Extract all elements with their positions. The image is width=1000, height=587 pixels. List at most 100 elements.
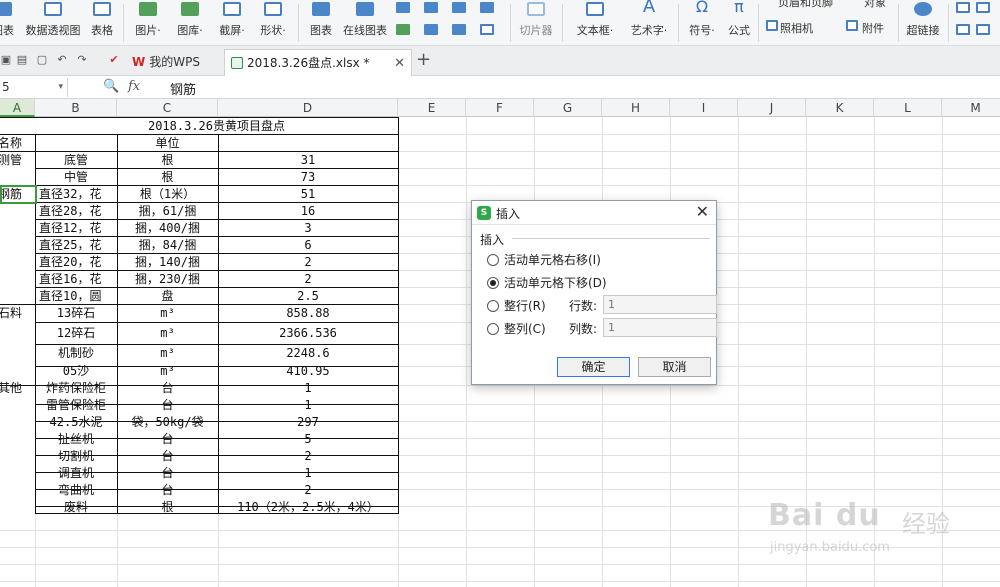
chart-button[interactable]: 图表 [0,0,18,45]
column-header-h[interactable]: H [602,99,670,117]
cell-b8[interactable]: 直径25，花 [35,236,117,254]
column-header-k[interactable]: K [806,99,874,117]
cell-b19[interactable]: 扯丝机 [35,430,117,448]
picture-button[interactable]: 图片· [130,0,166,45]
cell-d15[interactable]: 410.95 [218,362,398,380]
object-button[interactable]: 对象 [848,0,898,14]
cell-d19[interactable]: 5 [218,430,398,448]
cell-c8[interactable]: 捆，84/捆 [117,236,218,254]
cell-d12[interactable]: 858.88 [218,304,398,322]
tab-spreadsheet-file[interactable]: 2018.3.26盘点.xlsx * ✕ [224,49,412,76]
print-icon[interactable]: ▤ [16,54,28,66]
cell-d23[interactable]: 110（2米，2.5米，4米） [218,498,398,516]
cell-c10[interactable]: 捆，230/捆 [117,270,218,288]
line-chart-icon[interactable] [452,2,466,13]
stock-chart-icon[interactable] [424,24,438,35]
cell-b22[interactable]: 弯曲机 [35,481,117,499]
pie-chart-icon[interactable] [452,24,466,35]
undo-icon[interactable]: ↶ [56,54,68,66]
cell-d11[interactable]: 2.5 [218,287,398,305]
area-chart-icon[interactable] [480,2,494,13]
column-header-a[interactable]: A [0,99,35,117]
tab-my-wps[interactable]: W 我的WPS [126,49,220,76]
header-footer-button[interactable]: 页眉和页脚 [764,0,834,14]
cell-b4[interactable]: 中管 [35,168,117,186]
cell-b15[interactable]: 05沙 [35,362,117,380]
shift-right-option[interactable]: 活动单元格右移(I) [487,251,601,269]
font-icon[interactable] [976,2,990,13]
column-chart-icon[interactable] [396,2,410,13]
grid-view-icon[interactable] [976,24,990,35]
radio-entire-row[interactable] [487,300,499,312]
cell-c3[interactable]: 根 [117,151,218,169]
close-icon[interactable]: ✕ [696,203,709,221]
cell-c9[interactable]: 捆，140/捆 [117,253,218,271]
symbol-button[interactable]: Ω 符号· [682,0,722,45]
cell-b5[interactable]: 直径32，花 [35,185,117,203]
cell-a3[interactable]: 测管 [0,151,35,169]
cell-d16[interactable]: 1 [218,379,398,397]
cell-d9[interactable]: 2 [218,253,398,271]
column-header-g[interactable]: G [534,99,602,117]
cell-c22[interactable]: 台 [117,481,218,499]
row-count-input[interactable]: 1 [603,295,717,314]
column-header-i[interactable]: I [670,99,738,117]
chevron-down-icon[interactable]: ▾ [58,78,63,96]
cell-b3[interactable]: 底管 [35,151,117,169]
pivot-chart-button[interactable]: 数据透视图 [22,0,84,45]
radio-shift-down[interactable] [487,277,499,289]
shape-button[interactable]: 形状· [254,0,292,45]
textbox-button[interactable]: 文本框· [570,0,620,45]
camera-button[interactable]: 照相机 [766,14,826,38]
cell-d14[interactable]: 2248.6 [218,344,398,362]
cell-c20[interactable]: 台 [117,447,218,465]
sheet-title-cell[interactable]: 2018.3.26贵黄项目盘点 [35,117,398,135]
cell-d4[interactable]: 73 [218,168,398,186]
cell-c21[interactable]: 台 [117,464,218,482]
cell-d20[interactable]: 2 [218,447,398,465]
cell-c16[interactable]: 台 [117,379,218,397]
cell-c12[interactable]: m³ [117,304,218,322]
cell-d6[interactable]: 16 [218,202,398,220]
cell-c17[interactable]: 台 [117,396,218,414]
table-button[interactable]: 表格 [88,0,116,45]
window-icon[interactable] [956,24,970,35]
text-direction-icon[interactable] [956,2,970,13]
formula-content[interactable]: 钢筋 [170,79,196,98]
cell-c19[interactable]: 台 [117,430,218,448]
wordart-button[interactable]: A 艺术字· [624,0,674,45]
cell-c14[interactable]: m³ [117,344,218,362]
entire-column-option[interactable]: 整列(C) 列数: 1 [487,318,717,338]
gallery-button[interactable]: 图库· [172,0,208,45]
cell-c4[interactable]: 根 [117,168,218,186]
cell-d17[interactable]: 1 [218,396,398,414]
search-icon[interactable]: 🔍 [103,79,119,94]
add-tab-icon[interactable]: + [416,48,431,72]
chart2-button[interactable]: 图表 [306,0,336,45]
cell-b7[interactable]: 直径12，花 [35,219,117,237]
attachment-button[interactable]: 附件 [846,14,896,38]
cell-c5[interactable]: 根（1米） [117,185,218,203]
entire-row-option[interactable]: 整行(R) 行数: 1 [487,295,717,315]
cell-b21[interactable]: 调直机 [35,464,117,482]
cell-c23[interactable]: 根 [117,498,218,516]
cell-a2[interactable]: 名称 [0,134,35,152]
cell-d8[interactable]: 6 [218,236,398,254]
column-count-input[interactable]: 1 [603,318,717,337]
column-header-l[interactable]: L [874,99,942,117]
cell-b6[interactable]: 直径28，花 [35,202,117,220]
cancel-button[interactable]: 取消 [638,357,711,377]
cell-b17[interactable]: 雷管保险柜 [35,396,117,414]
name-box[interactable]: 5 ▾ [0,78,68,97]
radio-entire-column[interactable] [487,323,499,335]
formula-button[interactable]: π 公式 [724,0,754,45]
cell-c6[interactable]: 捆，61/捆 [117,202,218,220]
cell-d5[interactable]: 51 [218,185,398,203]
cell-c13[interactable]: m³ [117,324,218,342]
cell-d10[interactable]: 2 [218,270,398,288]
cell-b20[interactable]: 切割机 [35,447,117,465]
cell-d7[interactable]: 3 [218,219,398,237]
pdf-icon[interactable]: ▣ [0,54,12,66]
close-tab-icon[interactable]: ✕ [394,50,405,77]
cell-c18[interactable]: 袋，50kg/袋 [117,413,218,431]
